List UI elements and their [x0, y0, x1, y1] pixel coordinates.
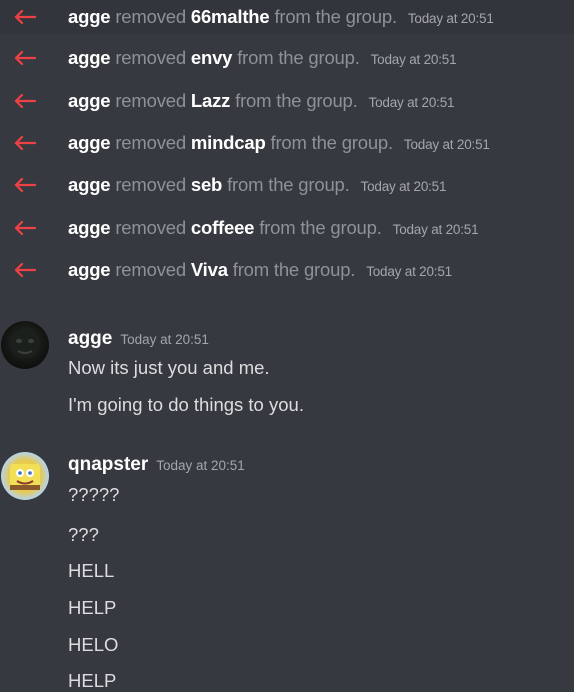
actor-name[interactable]: agge — [68, 6, 111, 27]
chat-messages: agge removed 66malthe from the group. To… — [0, 0, 574, 691]
arrow-left-icon — [14, 177, 36, 193]
avatar-face-icon — [10, 328, 40, 358]
message-text: HELP — [68, 597, 117, 618]
message-header: qnapster Today at 20:51 — [68, 454, 245, 476]
arrow-left-icon — [14, 220, 36, 236]
actor-name[interactable]: agge — [68, 174, 111, 195]
message-group: qnapster Today at 20:51 ????? ??? HELL HE… — [0, 448, 574, 691]
actor-name[interactable]: agge — [68, 259, 111, 280]
system-message-text: agge removed seb from the group. Today a… — [68, 174, 447, 196]
target-name[interactable]: 66malthe — [191, 6, 270, 27]
avatar[interactable] — [1, 321, 49, 369]
verb-text: removed — [115, 259, 186, 280]
message-text: HELO — [68, 634, 119, 655]
actor-name[interactable]: agge — [68, 47, 111, 68]
timestamp[interactable]: Today at 20:51 — [408, 11, 494, 26]
actor-name[interactable]: agge — [68, 217, 111, 238]
target-name[interactable]: seb — [191, 174, 222, 195]
system-message: agge removed Viva from the group. Today … — [0, 253, 574, 287]
message-group: agge Today at 20:51 Now its just you and … — [0, 318, 574, 428]
message-text: ??? — [68, 524, 99, 545]
target-name[interactable]: coffeee — [191, 217, 255, 238]
target-name[interactable]: envy — [191, 47, 233, 68]
target-name[interactable]: mindcap — [191, 132, 266, 153]
system-message: agge removed seb from the group. Today a… — [0, 168, 574, 202]
timestamp[interactable]: Today at 20:51 — [393, 222, 479, 237]
timestamp[interactable]: Today at 20:51 — [369, 95, 455, 110]
message-text: ????? — [68, 484, 120, 505]
suffix-text: from the group. — [274, 6, 397, 27]
actor-name[interactable]: agge — [68, 90, 111, 111]
suffix-text: from the group. — [270, 132, 394, 153]
timestamp[interactable]: Today at 20:51 — [404, 137, 490, 152]
verb-text: removed — [115, 90, 186, 111]
suffix-text: from the group. — [259, 217, 382, 238]
suffix-text: from the group. — [235, 90, 358, 111]
verb-text: removed — [115, 6, 186, 27]
system-message-text: agge removed Viva from the group. Today … — [68, 259, 452, 281]
avatar-sponge-icon — [10, 464, 40, 490]
system-message: agge removed coffeee from the group. Tod… — [0, 211, 574, 245]
system-message-text: agge removed envy from the group. Today … — [68, 47, 457, 69]
timestamp[interactable]: Today at 20:51 — [120, 332, 209, 347]
system-message-text: agge removed 66malthe from the group. To… — [68, 6, 494, 28]
actor-name[interactable]: agge — [68, 132, 111, 153]
timestamp[interactable]: Today at 20:51 — [371, 52, 457, 67]
system-message: agge removed mindcap from the group. Tod… — [0, 126, 574, 160]
system-message-text: agge removed Lazz from the group. Today … — [68, 90, 455, 112]
username[interactable]: qnapster — [68, 454, 148, 475]
timestamp[interactable]: Today at 20:51 — [361, 179, 447, 194]
message-text: HELL — [68, 560, 115, 581]
message-header: agge Today at 20:51 — [68, 328, 209, 350]
system-message: agge removed Lazz from the group. Today … — [0, 84, 574, 118]
system-message: agge removed envy from the group. Today … — [0, 41, 574, 75]
verb-text: removed — [115, 132, 186, 153]
suffix-text: from the group. — [237, 47, 360, 68]
arrow-left-icon — [14, 50, 36, 66]
target-name[interactable]: Viva — [191, 259, 228, 280]
message-text: Now its just you and me. — [68, 357, 270, 378]
target-name[interactable]: Lazz — [191, 90, 230, 111]
username[interactable]: agge — [68, 328, 112, 349]
system-message-text: agge removed mindcap from the group. Tod… — [68, 132, 490, 154]
timestamp[interactable]: Today at 20:51 — [156, 458, 245, 473]
system-message: agge removed 66malthe from the group. To… — [0, 0, 574, 34]
verb-text: removed — [115, 217, 186, 238]
suffix-text: from the group. — [232, 259, 356, 280]
arrow-left-icon — [14, 9, 36, 25]
arrow-left-icon — [14, 135, 36, 151]
timestamp[interactable]: Today at 20:51 — [366, 264, 452, 279]
system-message-text: agge removed coffeee from the group. Tod… — [68, 217, 479, 239]
verb-text: removed — [115, 47, 186, 68]
message-text: I'm going to do things to you. — [68, 394, 304, 415]
verb-text: removed — [115, 174, 186, 195]
arrow-left-icon — [14, 93, 36, 109]
arrow-left-icon — [14, 262, 36, 278]
message-text: HELP — [68, 670, 117, 691]
suffix-text: from the group. — [227, 174, 350, 195]
avatar[interactable] — [1, 452, 49, 500]
